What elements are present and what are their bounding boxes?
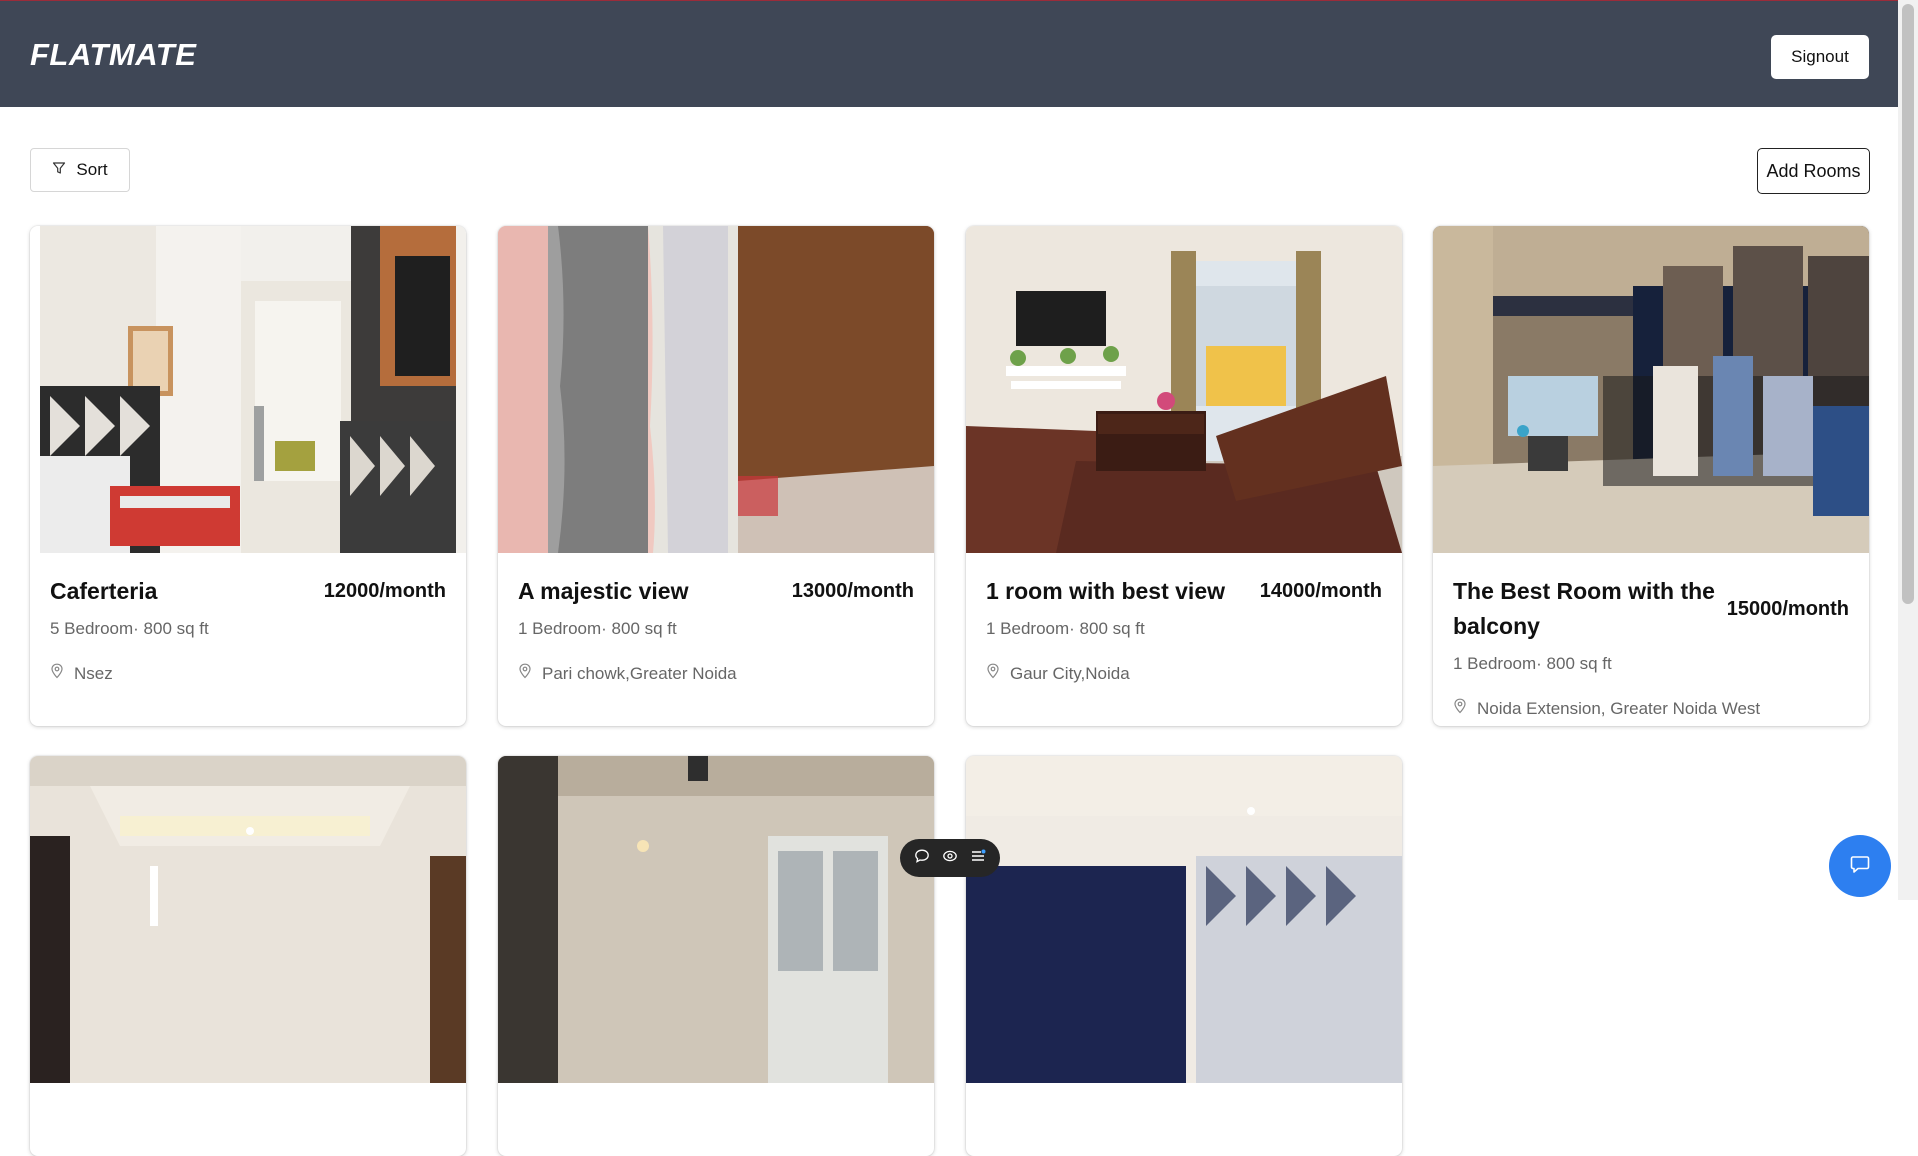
listing-location: Gaur City,Noida [986, 663, 1130, 685]
signout-button[interactable]: Signout [1771, 35, 1869, 79]
listing-price: 12000/month [323, 580, 446, 602]
listing-photo [30, 756, 466, 1083]
page-scrollbar[interactable] [1898, 0, 1918, 900]
listing-details: 1 Bedroom· 800 sq ft [1453, 654, 1612, 673]
eye-icon[interactable] [942, 848, 958, 869]
listing-photo [498, 756, 934, 1083]
chat-button[interactable] [1829, 835, 1891, 897]
listing-photo [1433, 226, 1869, 553]
sort-label: Sort [76, 160, 108, 179]
floating-toolbar [900, 839, 1000, 877]
scrollbar-thumb[interactable] [1902, 4, 1914, 604]
listing-details: 5 Bedroom· 800 sq ft [50, 619, 209, 638]
listing-title[interactable]: 1 room with best view [986, 574, 1225, 609]
listing-photo [966, 226, 1402, 553]
listing-location: Nsez [50, 663, 113, 685]
listing-location: Noida Extension, Greater Noida West [1453, 698, 1760, 720]
location-text: Nsez [74, 664, 113, 683]
filter-icon [52, 160, 66, 180]
listing-photo [966, 756, 1402, 1083]
listing-location: Pari chowk,Greater Noida [518, 663, 737, 685]
location-text: Noida Extension, Greater Noida West [1477, 699, 1761, 718]
listing-title[interactable]: The Best Room with the balcony [1453, 574, 1723, 644]
card-title-row: The Best Room with the balcony 15000/mon… [1453, 574, 1849, 644]
card-title-row: 1 room with best view 14000/month [986, 574, 1382, 609]
listing-photo [30, 226, 466, 553]
listing-card-best-view[interactable]: 1 room with best view 14000/month 1 Bedr… [966, 226, 1402, 726]
listing-card-caferteria[interactable]: Caferteria 12000/month 5 Bedroom· 800 sq… [30, 226, 466, 726]
listing-price: 14000/month [1259, 580, 1382, 602]
listing-title[interactable]: A majestic view [518, 574, 688, 609]
chat-icon [1849, 853, 1871, 880]
listing-card-5[interactable] [30, 756, 466, 1156]
location-pin-icon [986, 663, 1000, 685]
card-title-row: Caferteria 12000/month [50, 574, 446, 609]
site-header: FLATMATE Signout [0, 1, 1898, 107]
listing-details: 1 Bedroom· 800 sq ft [518, 619, 677, 638]
location-text: Gaur City,Noida [1010, 664, 1130, 683]
add-rooms-button[interactable]: Add Rooms [1757, 148, 1870, 194]
listing-card-6[interactable] [498, 756, 934, 1156]
listing-price: 15000/month [1726, 597, 1849, 620]
listing-photo [498, 226, 934, 553]
sort-button[interactable]: Sort [30, 148, 130, 192]
listing-details: 1 Bedroom· 800 sq ft [986, 619, 1145, 638]
location-pin-icon [50, 663, 64, 685]
listing-card-best-room-balcony[interactable]: The Best Room with the balcony 15000/mon… [1433, 226, 1869, 726]
location-pin-icon [1453, 698, 1467, 720]
brand-logo[interactable]: FLATMATE [30, 37, 196, 73]
location-pin-icon [518, 663, 532, 685]
menu-icon[interactable] [970, 848, 986, 869]
card-title-row: A majestic view 13000/month [518, 574, 914, 609]
location-text: Pari chowk,Greater Noida [542, 664, 737, 683]
listing-card-7[interactable] [966, 756, 1402, 1156]
comment-icon[interactable] [914, 848, 930, 869]
listing-card-majestic-view[interactable]: A majestic view 13000/month 1 Bedroom· 8… [498, 226, 934, 726]
listing-title[interactable]: Caferteria [50, 574, 157, 609]
listing-price: 13000/month [791, 580, 914, 602]
